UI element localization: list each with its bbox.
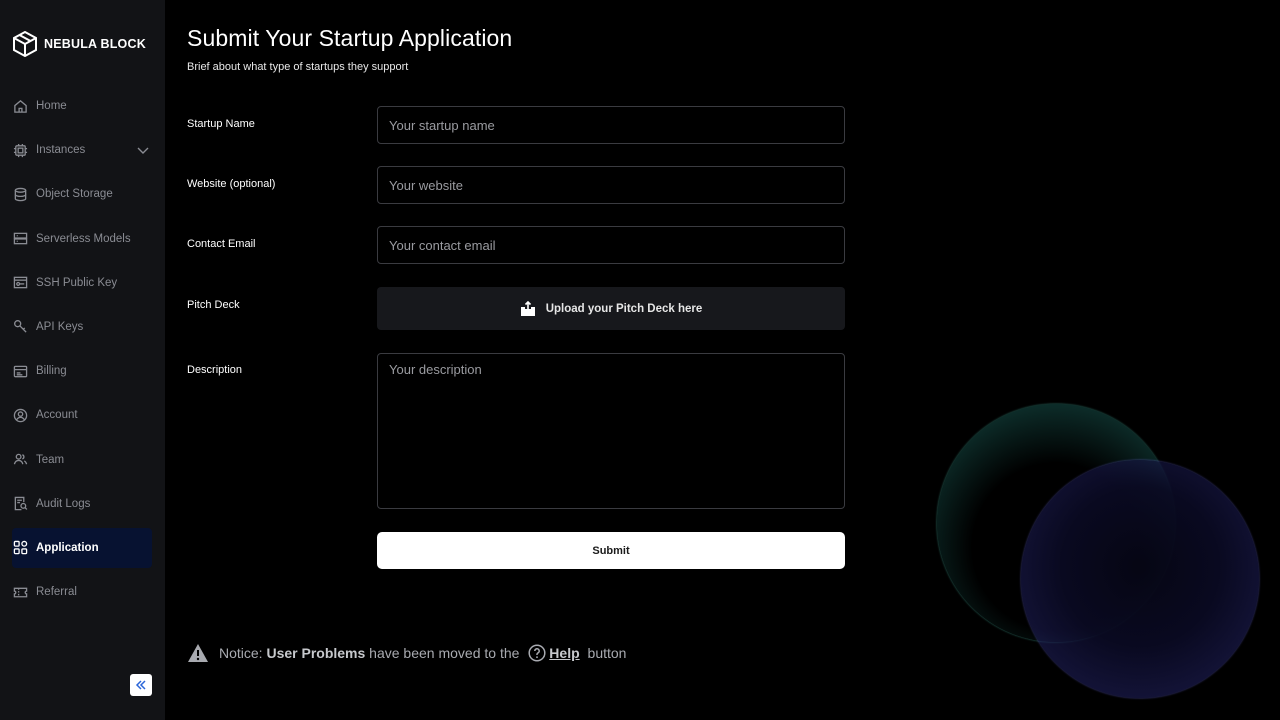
account-icon <box>13 408 28 423</box>
sidebar-nav: Home Instances Object Storage Serverless… <box>0 86 165 616</box>
sidebar-item-label: Object Storage <box>36 188 113 201</box>
chip-icon <box>13 143 28 157</box>
sidebar-item-label: Team <box>36 453 65 466</box>
warning-icon <box>188 644 208 662</box>
key-icon <box>14 320 27 334</box>
submit-button[interactable]: Submit <box>377 532 845 569</box>
sidebar-item-label: Home <box>36 100 67 112</box>
grid-icon <box>13 541 28 555</box>
notice-banner: Notice: User Problems have been moved to… <box>187 643 626 663</box>
upload-icon <box>520 300 535 316</box>
sidebar-item-audit-logs[interactable]: Audit Logs <box>12 484 152 524</box>
sidebar-item-label: Referral <box>36 586 77 599</box>
collapse-sidebar-button[interactable] <box>130 674 152 696</box>
sidebar-item-serverless-models[interactable]: Serverless Models <box>12 219 152 259</box>
sidebar-item-label: Application <box>36 541 99 554</box>
pitch-deck-upload-button[interactable]: Upload your Pitch Deck here <box>377 287 845 330</box>
sidebar-item-object-storage[interactable]: Object Storage <box>12 174 152 214</box>
contact-email-label: Contact Email <box>187 238 256 250</box>
sidebar-item-billing[interactable]: Billing <box>12 351 152 391</box>
ssh-key-icon <box>13 276 28 289</box>
sidebar-item-team[interactable]: Team <box>12 440 152 480</box>
sidebar-item-home[interactable]: Home <box>12 86 152 126</box>
database-icon <box>14 187 27 202</box>
sidebar-item-label: Billing <box>36 365 67 378</box>
sidebar-item-ssh-public-key[interactable]: SSH Public Key <box>12 263 152 303</box>
help-icon <box>528 644 546 662</box>
website-input[interactable]: Your website <box>377 166 845 204</box>
decorative-purple-sphere <box>1021 460 1259 698</box>
audit-log-icon <box>14 496 28 511</box>
pitch-deck-label: Pitch Deck <box>187 299 240 311</box>
nebula-block-logo-icon <box>13 31 37 57</box>
startup-name-input[interactable]: Your startup name <box>377 106 845 144</box>
sidebar-item-label: Account <box>36 409 78 422</box>
sidebar-item-label: Audit Logs <box>36 497 91 510</box>
brand-name: NEBULA BLOCK <box>44 37 146 51</box>
chevron-down-icon[interactable] <box>137 144 149 156</box>
startup-name-label: Startup Name <box>187 118 255 130</box>
ticket-icon <box>13 587 28 597</box>
contact-email-input[interactable]: Your contact email <box>377 226 845 264</box>
double-chevron-left-icon <box>135 680 146 690</box>
upload-label: Upload your Pitch Deck here <box>545 302 703 315</box>
page-subtitle: Brief about what type of startups they s… <box>187 61 409 73</box>
website-label: Website (optional) <box>187 178 276 190</box>
notice-middle: have been moved to the <box>365 645 524 661</box>
home-icon <box>14 99 27 113</box>
billing-icon <box>13 365 28 377</box>
server-icon <box>13 232 28 245</box>
sidebar-item-label: Instances <box>36 144 86 157</box>
notice-prefix: Notice: <box>219 645 267 661</box>
sidebar: NEBULA BLOCK Home Instances Object Stora… <box>0 0 165 720</box>
description-label: Description <box>187 364 243 376</box>
brand-logo[interactable]: NEBULA BLOCK <box>13 31 146 57</box>
page-title: Submit Your Startup Application <box>187 25 513 51</box>
sidebar-item-label: Serverless Models <box>36 232 131 245</box>
sidebar-item-label: API Keys <box>36 320 84 333</box>
sidebar-item-label: SSH Public Key <box>36 276 118 289</box>
sidebar-item-application[interactable]: Application <box>12 527 152 568</box>
description-textarea[interactable]: Your description <box>377 353 845 509</box>
sidebar-item-account[interactable]: Account <box>12 395 152 435</box>
sidebar-item-referral[interactable]: Referral <box>12 572 152 612</box>
sidebar-item-instances[interactable]: Instances <box>12 130 152 170</box>
team-icon <box>13 453 28 465</box>
sidebar-item-api-keys[interactable]: API Keys <box>12 307 152 347</box>
notice-suffix: button <box>583 645 627 661</box>
help-link[interactable]: Help <box>549 645 579 661</box>
notice-highlight: User Problems <box>266 645 366 661</box>
